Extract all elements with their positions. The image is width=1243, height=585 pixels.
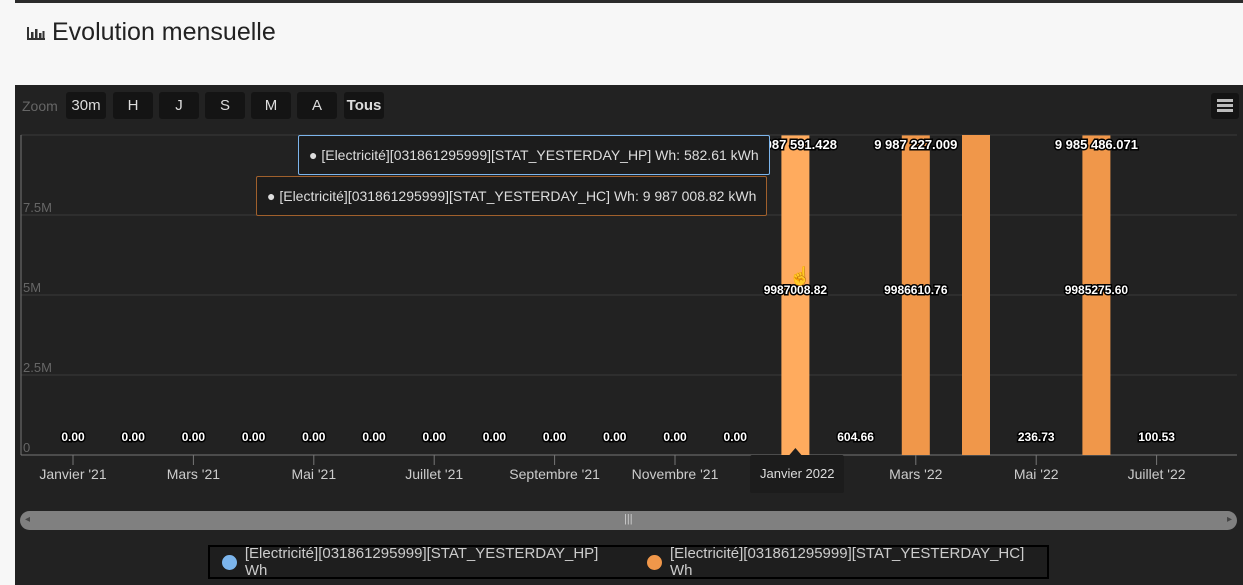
navigator-scrollbar[interactable]: ◂ ||| ▸ [20, 511, 1237, 530]
data-label-hp: 236.73 [1018, 430, 1055, 444]
data-label-hc: 9986610.76 [884, 283, 948, 297]
data-label-hp: 0.00 [302, 430, 326, 444]
scroll-right-arrow-icon[interactable]: ▸ [1227, 514, 1232, 525]
data-label-hp: 0.00 [122, 430, 146, 444]
y-tick-label: 0 [23, 440, 30, 455]
data-label-hp: 0.00 [663, 430, 687, 444]
tooltip-hp: ● [Electricité][031861295999][STAT_YESTE… [298, 135, 770, 175]
chart-legend: [Electricité][031861295999][STAT_YESTERD… [208, 545, 1049, 579]
data-label-hp: 0.00 [182, 430, 206, 444]
legend-label: [Electricité][031861295999][STAT_YESTERD… [244, 545, 599, 579]
x-axis-tooltip: Janvier 2022 [750, 455, 845, 493]
bar-hc [962, 135, 990, 455]
stack-total-label: 9 987 227.009 [874, 137, 957, 152]
legend-label: [Electricité][031861295999][STAT_YESTERD… [669, 545, 1025, 579]
data-label-hp: 604.66 [837, 430, 874, 444]
x-tick-label: Septembre '21 [509, 466, 600, 482]
scroll-left-arrow-icon[interactable]: ◂ [25, 514, 30, 525]
legend-item-hc[interactable]: [Electricité][031861295999][STAT_YESTERD… [647, 545, 1047, 579]
page-title: Evolution mensuelle [26, 18, 276, 47]
data-label-hp: 0.00 [61, 430, 85, 444]
y-tick-label: 2.5M [23, 360, 52, 375]
data-label-hc: 9985275.60 [1065, 283, 1129, 297]
legend-item-hp[interactable]: [Electricité][031861295999][STAT_YESTERD… [222, 545, 621, 579]
x-tick-label: Juillet '22 [1128, 466, 1186, 482]
data-label-hp: 0.00 [724, 430, 748, 444]
data-label-hp: 0.00 [543, 430, 567, 444]
data-label-hp: 0.00 [242, 430, 266, 444]
x-tick-label: Mai '21 [291, 466, 336, 482]
page-title-text: Evolution mensuelle [52, 18, 276, 46]
y-tick-label: 5M [23, 280, 41, 295]
data-label-hp: 0.00 [423, 430, 447, 444]
x-tick-label: Mars '22 [889, 466, 942, 482]
legend-dot-icon [647, 554, 662, 570]
data-label-hp: 100.53 [1138, 430, 1175, 444]
x-tick-label: Janvier '21 [39, 466, 106, 482]
chart-panel: Zoom 30m H J S M A Tous 0 2.5M 5M 7.5M Janvi… [15, 85, 1243, 585]
x-tick-label: Novembre '21 [632, 466, 719, 482]
x-tick-label: Juillet '21 [405, 466, 463, 482]
scroll-grip-icon[interactable]: ||| [624, 513, 633, 525]
y-tick-label: 7.5M [23, 200, 52, 215]
data-label-hp: 0.00 [362, 430, 386, 444]
top-border [15, 0, 1243, 3]
data-label-hp: 0.00 [483, 430, 507, 444]
x-tick-label: Mai '22 [1014, 466, 1059, 482]
hand-cursor-icon: ☝ [789, 265, 811, 287]
legend-dot-icon [222, 554, 237, 570]
bar-chart-icon [27, 26, 45, 40]
data-label-hp: 0.00 [603, 430, 627, 444]
x-tick-label: Mars '21 [167, 466, 220, 482]
tooltip-hc: ● [Electricité][031861295999][STAT_YESTE… [256, 176, 768, 216]
stack-total-label: 9 985 486.071 [1055, 137, 1138, 152]
